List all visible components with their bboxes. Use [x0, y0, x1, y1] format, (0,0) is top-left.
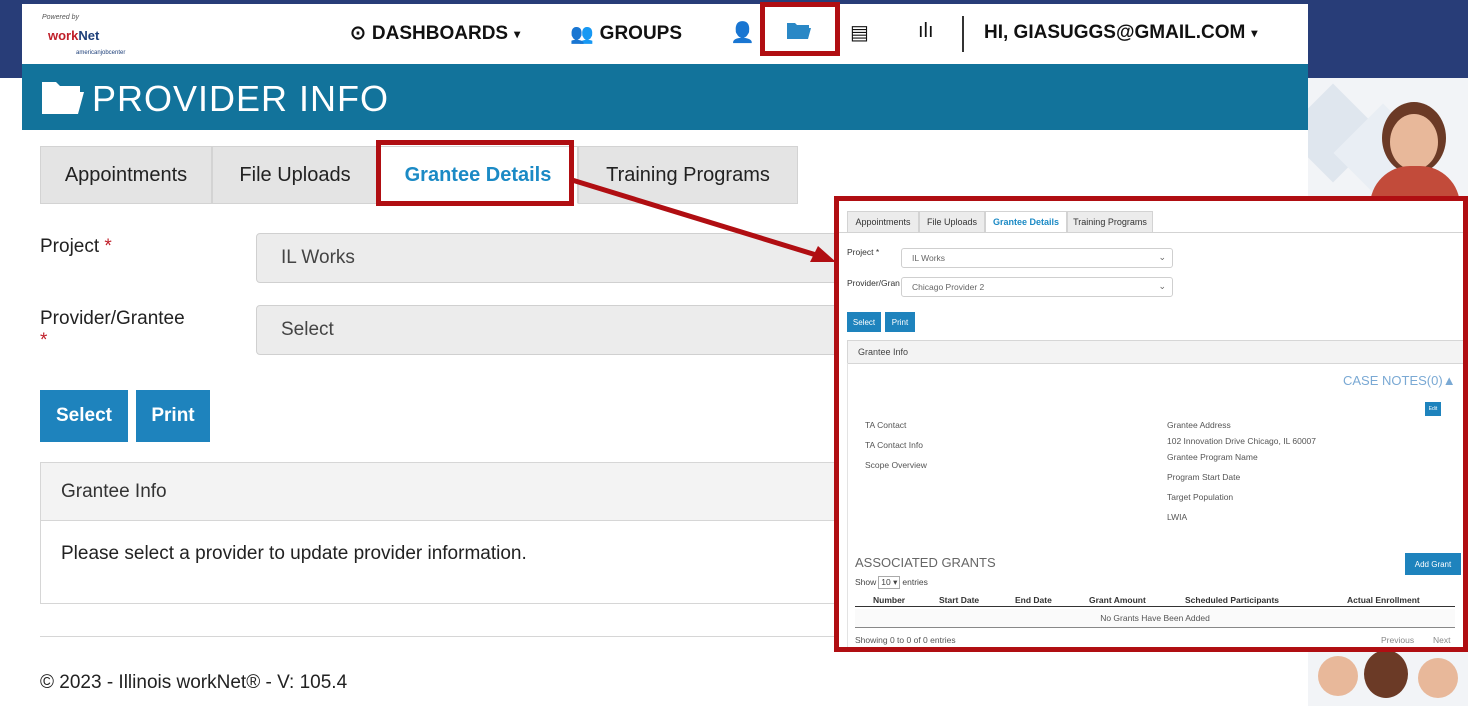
logo-sub-text: americanjobcenter	[76, 50, 126, 56]
person-image	[1364, 650, 1408, 698]
chevron-down-icon: ▾	[514, 26, 521, 41]
person-icon[interactable]: 👤	[730, 20, 755, 45]
inset-field-grantee-address: Grantee Address	[1167, 420, 1231, 430]
chevron-down-icon: ⌄	[1158, 252, 1166, 262]
folder-highlight-box	[760, 2, 840, 56]
inset-edit-button[interactable]: Edit	[1425, 402, 1441, 416]
logo-brand: workNet	[48, 28, 100, 43]
tab-highlight-box	[376, 140, 574, 206]
inset-print-button[interactable]: Print	[885, 312, 915, 332]
inset-next-link[interactable]: Next	[1433, 635, 1450, 645]
inset-provider-value: Chicago Provider 2	[912, 282, 985, 292]
person-face	[1390, 114, 1438, 170]
chevron-down-icon: ⌄	[1158, 281, 1166, 291]
inset-col-scheduled[interactable]: Scheduled Participants	[1185, 595, 1279, 605]
inset-tab-grantee-details[interactable]: Grantee Details	[985, 211, 1067, 233]
groups-icon: 👥	[570, 24, 594, 45]
inset-project-value: IL Works	[912, 253, 946, 263]
inset-project-label: Project *	[847, 247, 880, 257]
nav-groups-label: GROUPS	[599, 23, 683, 44]
worknet-logo[interactable]: Powered by workNet americanjobcenter	[42, 14, 142, 58]
inset-tab-line	[839, 232, 1463, 233]
folder-open-icon	[42, 82, 84, 114]
inset-col-number[interactable]: Number	[873, 595, 905, 605]
project-label: Project *	[40, 236, 112, 257]
nav-separator	[962, 16, 964, 52]
inset-entries-select[interactable]: 10 ▾	[878, 576, 901, 589]
inset-field-address-value: 102 Innovation Drive Chicago, IL 60007	[1167, 436, 1317, 446]
inset-field-program-start: Program Start Date	[1167, 472, 1241, 482]
inset-associated-grants-title: ASSOCIATED GRANTS	[855, 555, 996, 570]
inset-tab-training-programs[interactable]: Training Programs	[1067, 211, 1153, 233]
inset-field-ta-contact-info: TA Contact Info	[865, 440, 923, 450]
inset-col-grant-amount[interactable]: Grant Amount	[1089, 595, 1146, 605]
inset-previous-link[interactable]: Previous	[1381, 635, 1414, 645]
inset-field-program-name: Grantee Program Name	[1167, 452, 1258, 462]
nav-dashboards[interactable]: ⊙ DASHBOARDS ▾	[350, 22, 520, 45]
tab-file-uploads[interactable]: File Uploads	[212, 146, 378, 204]
footer-divider	[40, 636, 840, 637]
inset-col-end-date[interactable]: End Date	[1015, 595, 1052, 605]
clock-icon: ⊙	[350, 23, 366, 44]
inset-field-ta-contact: TA Contact	[865, 420, 907, 430]
inset-tab-appointments[interactable]: Appointments	[847, 211, 919, 233]
project-select-value: IL Works	[281, 247, 355, 268]
tab-appointments[interactable]: Appointments	[40, 146, 212, 204]
inset-col-start-date[interactable]: Start Date	[939, 595, 979, 605]
person-face	[1318, 656, 1358, 696]
inset-case-notes[interactable]: CASE NOTES(0)▲	[1343, 373, 1456, 388]
inset-show-entries: Show 10 ▾ entries	[855, 576, 928, 589]
inset-empty-row: No Grants Have Been Added	[855, 609, 1455, 627]
inset-field-target-population: Target Population	[1167, 492, 1234, 502]
provider-select[interactable]: Select	[256, 305, 856, 355]
inset-provider-select[interactable]: Chicago Provider 2 ⌄	[901, 277, 1173, 297]
inset-table-info: Showing 0 to 0 of 0 entries	[855, 635, 956, 645]
project-select[interactable]: IL Works	[256, 233, 856, 283]
footer-copyright: © 2023 - Illinois workNet® - V: 105.4	[40, 672, 348, 693]
inset-tab-file-uploads[interactable]: File Uploads	[919, 211, 985, 233]
inset-project-select[interactable]: IL Works ⌄	[901, 248, 1173, 268]
caret-up-icon: ▲	[1442, 373, 1456, 388]
grantee-info-message: Please select a provider to update provi…	[61, 543, 527, 564]
top-navigation: Powered by workNet americanjobcenter ⊙ D…	[22, 4, 1308, 64]
page-header: PROVIDER INFO	[22, 64, 1308, 130]
inset-table-header-line	[855, 606, 1455, 607]
grantee-info-title: Grantee Info	[41, 463, 839, 521]
person-face	[1418, 658, 1458, 698]
nav-groups[interactable]: 👥 GROUPS	[570, 22, 682, 46]
inset-table-bottom-line	[855, 627, 1455, 628]
inset-field-scope-overview: Scope Overview	[865, 460, 927, 470]
list-icon[interactable]: ▤	[850, 20, 869, 45]
page-title: PROVIDER INFO	[92, 78, 390, 119]
inset-add-grant-button[interactable]: Add Grant	[1405, 553, 1461, 575]
nav-user-menu[interactable]: HI, GIASUGGS@GMAIL.COM ▾	[984, 22, 1257, 44]
inset-grantee-info-title: Grantee Info	[847, 340, 1463, 364]
inset-provider-label: Provider/Gran	[847, 278, 900, 288]
zoomed-inset: Appointments File Uploads Grantee Detail…	[834, 196, 1468, 652]
nav-dashboards-label: DASHBOARDS	[371, 22, 509, 44]
bar-chart-icon[interactable]: ılı	[918, 20, 934, 43]
logo-powered-text: Powered by	[42, 14, 79, 21]
tab-training-programs[interactable]: Training Programs	[578, 146, 798, 204]
user-greeting: HI, GIASUGGS@GMAIL.COM	[984, 22, 1246, 43]
print-button[interactable]: Print	[136, 390, 210, 442]
chevron-down-icon: ▾	[1251, 26, 1258, 40]
inset-select-button[interactable]: Select	[847, 312, 881, 332]
inset-col-actual-enrollment[interactable]: Actual Enrollment	[1347, 595, 1420, 605]
inset-field-lwia: LWIA	[1167, 512, 1188, 522]
provider-label: Provider/Grantee *	[40, 308, 185, 351]
provider-select-value: Select	[281, 319, 334, 340]
select-button[interactable]: Select	[40, 390, 128, 442]
grantee-info-panel: Grantee Info Please select a provider to…	[40, 462, 840, 604]
